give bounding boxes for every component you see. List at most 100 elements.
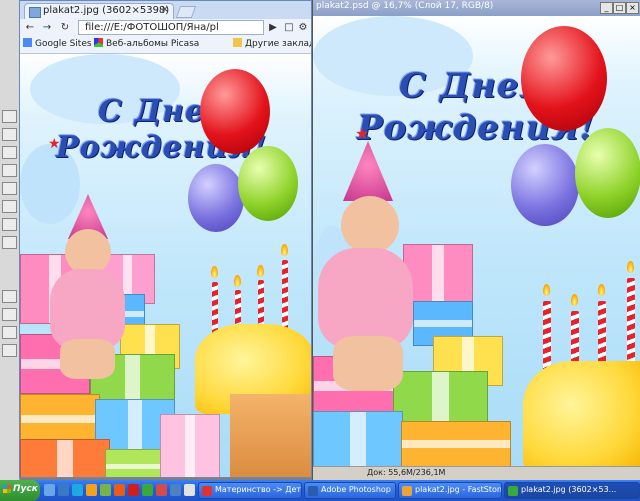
skype-icon[interactable] bbox=[72, 484, 83, 496]
zoom-tool-icon[interactable] bbox=[2, 344, 17, 357]
party-hat bbox=[343, 141, 393, 201]
gift-box bbox=[403, 244, 473, 304]
red-balloon bbox=[200, 69, 270, 154]
url-text: file:///E:/ФОТОШОП/Яна/pl bbox=[85, 22, 219, 33]
purple-balloon bbox=[511, 144, 579, 226]
task-photoshop[interactable]: Adobe Photoshop bbox=[304, 482, 396, 499]
chrome-task-icon bbox=[508, 486, 518, 496]
candle-flame-icon bbox=[543, 284, 550, 296]
tab-strip: plakat2.jpg (3602×5398) × bbox=[20, 1, 311, 19]
picasa-icon bbox=[94, 38, 103, 47]
browser-tab[interactable]: plakat2.jpg (3602×5398) × bbox=[24, 3, 174, 19]
green-balloon bbox=[575, 128, 640, 218]
gift-box bbox=[313, 411, 403, 467]
stamp-tool-icon[interactable] bbox=[2, 200, 17, 213]
faststone-task-icon bbox=[402, 486, 412, 496]
google-sites-icon bbox=[23, 38, 32, 47]
pen-tool-icon[interactable] bbox=[2, 308, 17, 321]
star-icon: ★ bbox=[355, 124, 370, 143]
address-bar[interactable]: file:///E:/ФОТОШОП/Яна/pl bbox=[78, 20, 264, 35]
ie-icon[interactable] bbox=[58, 484, 69, 496]
candle-flame-icon bbox=[627, 261, 634, 273]
cake bbox=[523, 361, 640, 467]
document-title-bar[interactable]: plakat2.psd @ 16,7% (Слой 17, RGB/8) _ □… bbox=[313, 0, 640, 16]
cupcake-base bbox=[230, 394, 311, 477]
green-balloon bbox=[238, 146, 298, 221]
wrench-menu-icon[interactable]: ⚙ bbox=[296, 22, 310, 34]
type-tool-icon[interactable] bbox=[2, 290, 17, 303]
move-tool-icon[interactable] bbox=[2, 110, 17, 123]
bookmarks-bar: Google Sites Веб-альбомы Picasa Другие з… bbox=[20, 37, 311, 54]
taskbar: Пуск Материнство -> Детск... Adobe Photo… bbox=[0, 480, 640, 501]
crop-tool-icon[interactable] bbox=[2, 164, 17, 177]
gradient-tool-icon[interactable] bbox=[2, 236, 17, 249]
gift-box bbox=[20, 394, 100, 444]
back-button[interactable]: ← bbox=[23, 22, 37, 34]
bookmark-other[interactable]: Другие закладки bbox=[233, 38, 311, 49]
close-tab-icon[interactable]: × bbox=[161, 4, 169, 15]
poster-canvas: С Днем Рождения! ★ bbox=[313, 16, 640, 467]
bookmark-picasa[interactable]: Веб-альбомы Picasa bbox=[94, 38, 199, 49]
marquee-tool-icon[interactable] bbox=[2, 128, 17, 141]
reload-button[interactable]: ↻ bbox=[58, 22, 72, 34]
close-button[interactable]: × bbox=[626, 2, 639, 14]
opera-2-icon[interactable] bbox=[156, 484, 167, 496]
minimize-button[interactable]: _ bbox=[600, 2, 613, 14]
photoshop-document-window: plakat2.psd @ 16,7% (Слой 17, RGB/8) _ □… bbox=[312, 0, 640, 480]
candle-flame-icon bbox=[234, 275, 241, 287]
maximize-button[interactable]: □ bbox=[613, 2, 626, 14]
folder-quick-icon[interactable] bbox=[184, 484, 195, 496]
tab-title: plakat2.jpg (3602×5398) bbox=[43, 5, 170, 16]
candle-flame-icon bbox=[571, 294, 578, 306]
image-favicon-icon bbox=[29, 7, 41, 18]
document-size: Док: 55,6M/236,1M bbox=[367, 468, 446, 477]
candle-flame-icon bbox=[281, 244, 288, 256]
opera-icon[interactable] bbox=[128, 484, 139, 496]
player-icon[interactable] bbox=[86, 484, 97, 496]
icq-icon[interactable] bbox=[100, 484, 111, 496]
candle bbox=[627, 278, 635, 373]
poster-image: С Днем Рождения! ★ bbox=[20, 54, 311, 477]
star-icon: ★ bbox=[48, 136, 61, 152]
mail-icon[interactable] bbox=[170, 484, 181, 496]
firefox-icon[interactable] bbox=[114, 484, 125, 496]
page-menu-icon[interactable]: □ bbox=[282, 22, 296, 34]
new-tab-button[interactable] bbox=[175, 6, 197, 18]
gift-box bbox=[401, 421, 511, 467]
opera-task-icon bbox=[202, 486, 212, 496]
lasso-tool-icon[interactable] bbox=[2, 146, 17, 159]
baby-dress bbox=[318, 248, 413, 348]
start-label: Пуск bbox=[13, 484, 38, 494]
status-bar: Док: 55,6M/236,1M bbox=[313, 466, 640, 480]
candle-flame-icon bbox=[598, 284, 605, 296]
task-materinstvo[interactable]: Материнство -> Детск... bbox=[198, 482, 302, 499]
windows-logo-icon bbox=[3, 485, 11, 493]
brush-tool-icon[interactable] bbox=[2, 182, 17, 195]
eraser-tool-icon[interactable] bbox=[2, 218, 17, 231]
baby-legs bbox=[333, 336, 403, 391]
photoshop-toolbox bbox=[0, 0, 20, 480]
baby-face bbox=[341, 196, 399, 254]
hand-tool-icon[interactable] bbox=[2, 326, 17, 339]
go-button[interactable]: ▶ bbox=[266, 22, 280, 34]
baby-legs bbox=[60, 339, 115, 379]
candle-flame-icon bbox=[211, 266, 218, 278]
photoshop-task-icon bbox=[308, 486, 318, 496]
start-button[interactable]: Пуск bbox=[0, 480, 40, 501]
gift-box bbox=[160, 414, 220, 477]
show-desktop-icon[interactable] bbox=[44, 484, 55, 496]
gift-box bbox=[393, 371, 488, 426]
purple-balloon bbox=[188, 164, 244, 232]
chrome-icon[interactable] bbox=[142, 484, 153, 496]
bookmark-google-sites[interactable]: Google Sites bbox=[23, 38, 92, 49]
task-faststone[interactable]: plakat2.jpg - FastStone bbox=[398, 482, 502, 499]
document-title: plakat2.psd @ 16,7% (Слой 17, RGB/8) bbox=[316, 1, 494, 11]
baby-dress bbox=[50, 269, 125, 349]
task-chrome[interactable]: plakat2.jpg (3602×53... bbox=[504, 482, 640, 499]
candle-flame-icon bbox=[257, 265, 264, 277]
forward-button[interactable]: → bbox=[40, 22, 54, 34]
folder-icon bbox=[233, 38, 242, 47]
red-balloon bbox=[521, 26, 607, 131]
browser-toolbar: ← → ↻ file:///E:/ФОТОШОП/Яна/pl ▶ □ ⚙ bbox=[20, 19, 311, 37]
gift-box bbox=[20, 439, 110, 477]
